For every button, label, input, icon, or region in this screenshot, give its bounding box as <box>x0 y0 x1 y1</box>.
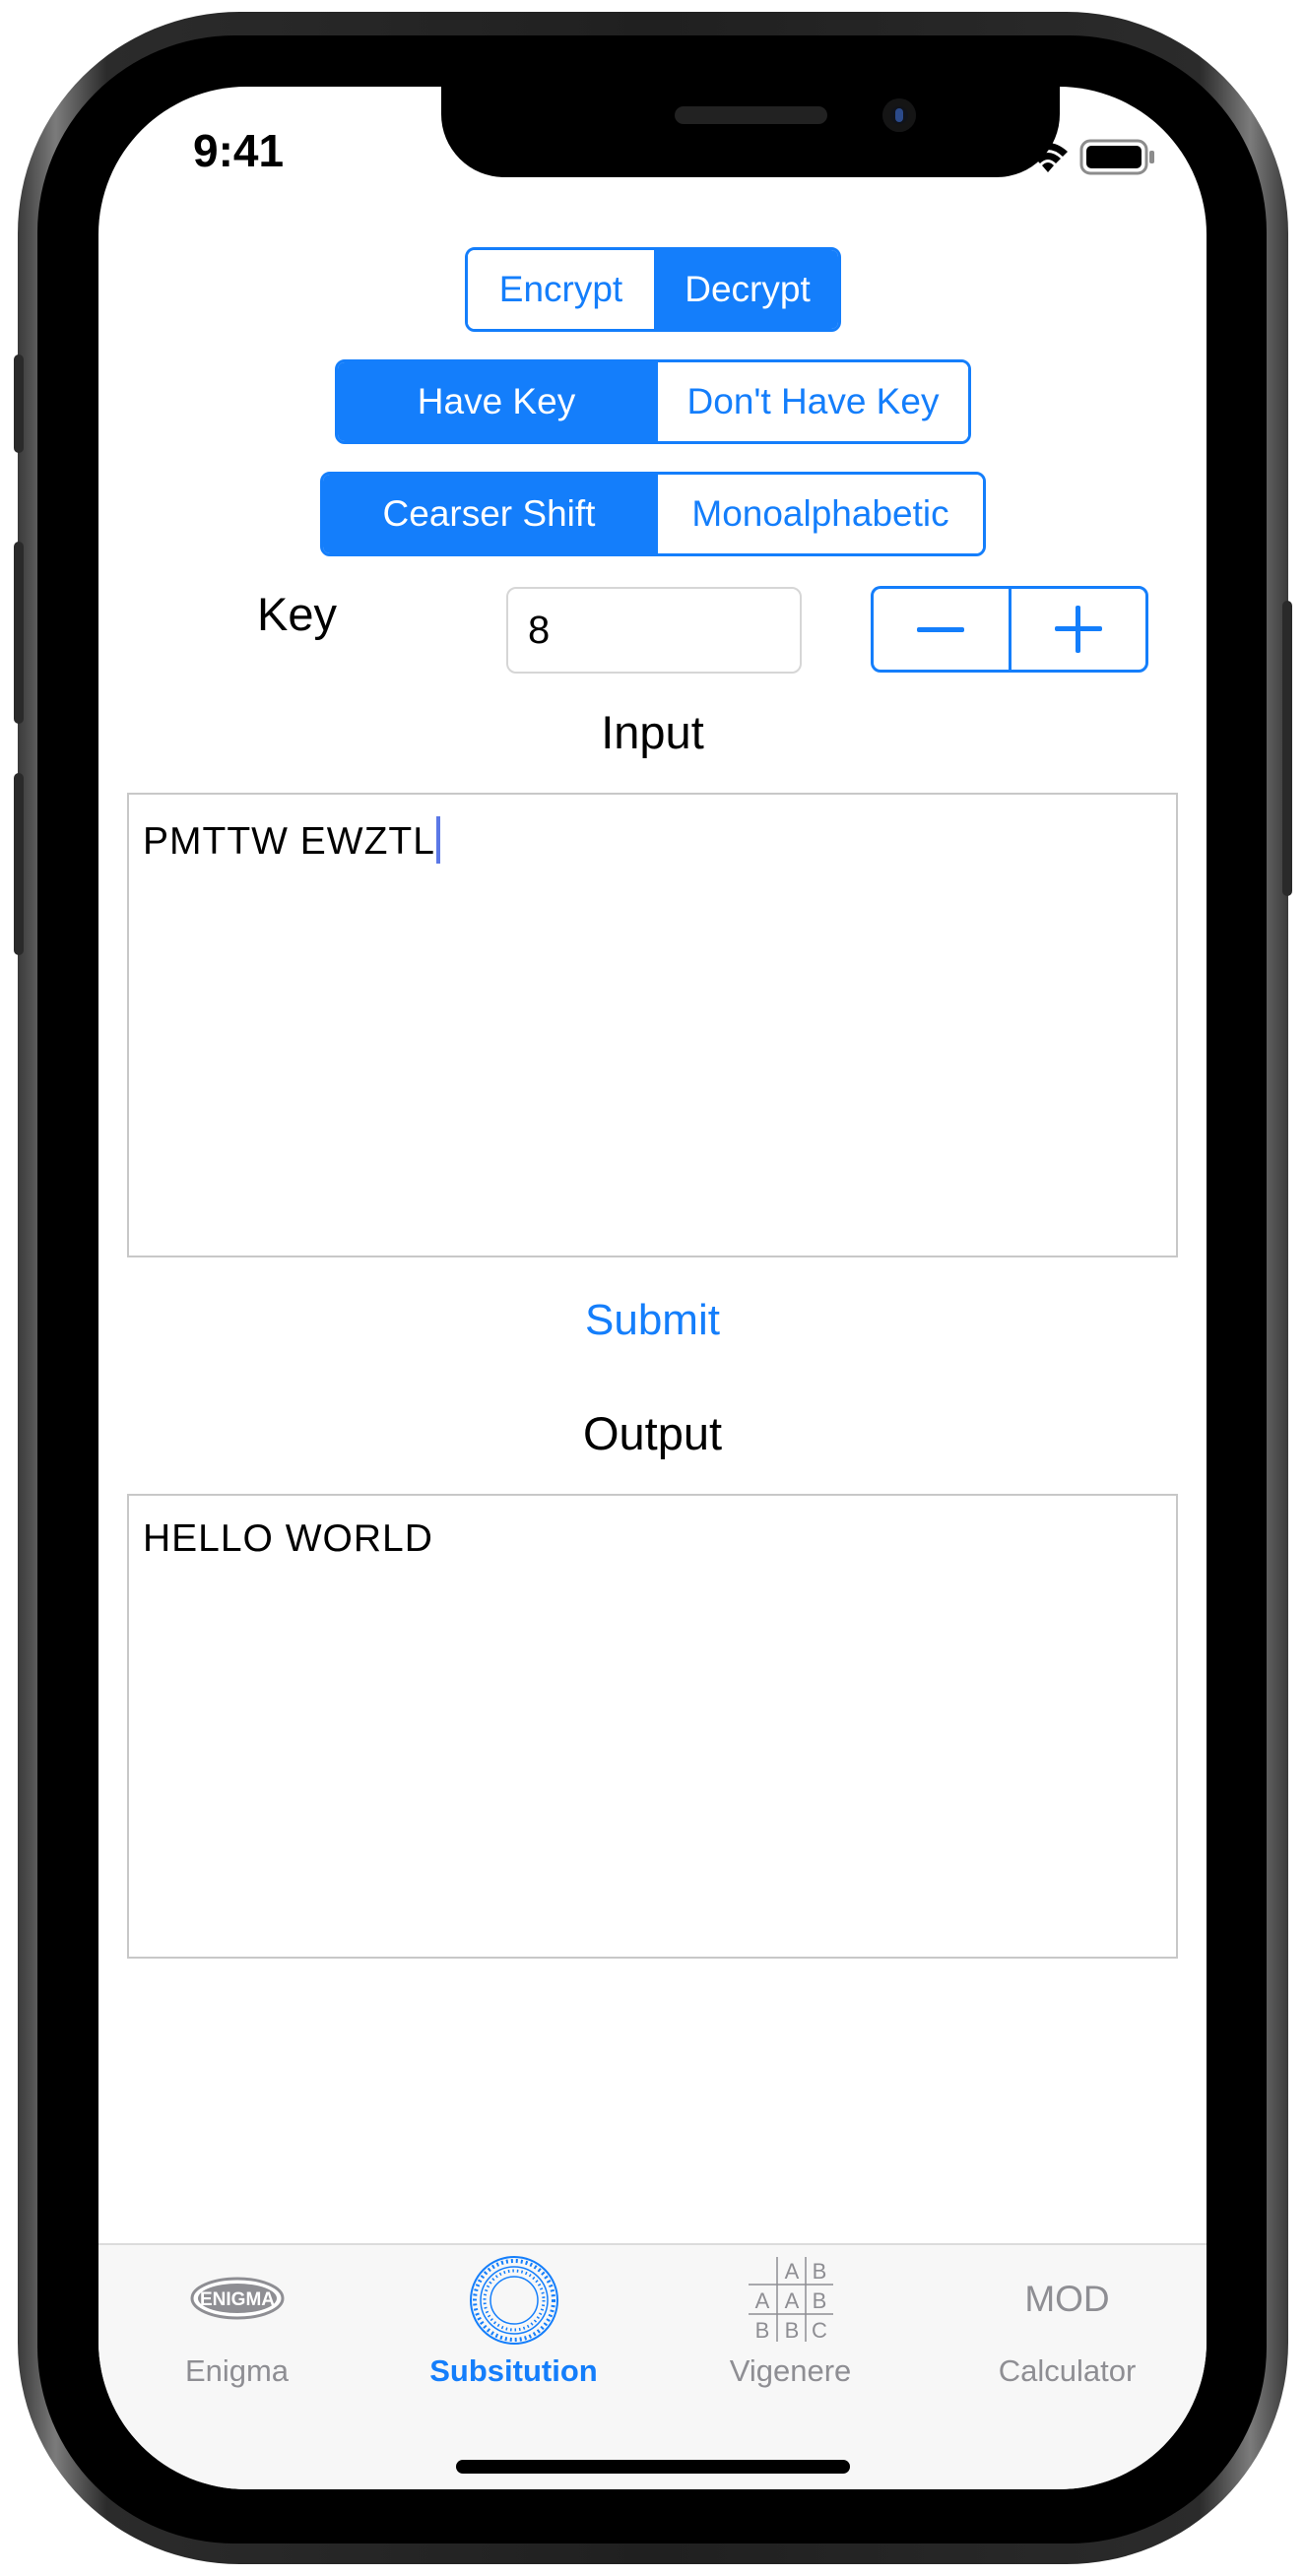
front-camera <box>882 98 916 132</box>
svg-text:A: A <box>754 2288 769 2313</box>
status-icons <box>965 139 1154 175</box>
status-time: 9:41 <box>193 125 285 176</box>
output-text-area: HELLO WORLD <box>127 1494 1178 1959</box>
svg-text:C: C <box>812 2318 827 2343</box>
decrypt-segment[interactable]: Decrypt <box>654 250 838 329</box>
text-cursor <box>435 816 440 864</box>
app-screen: 9:41 Encrypt Decrypt Have Key Don't Have… <box>98 87 1207 2489</box>
mode-segmented-control: Encrypt Decrypt <box>465 247 841 332</box>
tab-calculator-label: Calculator <box>998 2353 1137 2388</box>
dont-have-key-segment[interactable]: Don't Have Key <box>655 362 968 441</box>
volume-up-button <box>14 542 24 724</box>
key-stepper <box>871 586 1148 673</box>
tab-enigma-label: Enigma <box>184 2353 290 2388</box>
monoalphabetic-segment[interactable]: Monoalphabetic <box>655 475 983 553</box>
tab-enigma[interactable]: ENIGMA Enigma <box>98 2245 375 2413</box>
svg-text:B: B <box>784 2318 799 2343</box>
key-label: Key <box>257 588 337 640</box>
signal-icon <box>965 141 1011 175</box>
increment-button[interactable] <box>1008 589 1146 670</box>
svg-text:ENIGMA: ENIGMA <box>200 2289 275 2310</box>
vigenere-table-icon: A B A A B B B C <box>748 2257 833 2343</box>
decrement-button[interactable] <box>874 589 1009 670</box>
mute-switch <box>14 354 24 453</box>
svg-text:B: B <box>812 2288 826 2313</box>
minus-icon <box>917 626 965 632</box>
key-availability-segmented-control: Have Key Don't Have Key <box>335 359 971 444</box>
tab-substitution[interactable]: Subsitution <box>375 2245 652 2413</box>
svg-text:A: A <box>784 2288 799 2313</box>
svg-text:B: B <box>812 2259 826 2284</box>
cipher-type-segmented-control: Cearser Shift Monoalphabetic <box>320 472 986 556</box>
svg-text:B: B <box>754 2318 769 2343</box>
input-text: PMTTW EWZTL <box>143 820 435 863</box>
svg-text:A: A <box>784 2259 799 2284</box>
tab-substitution-label: Subsitution <box>429 2353 598 2388</box>
output-text: HELLO WORLD <box>143 1517 433 1560</box>
input-text-area[interactable]: PMTTW EWZTL <box>127 793 1178 1257</box>
plus-icon <box>1054 606 1102 653</box>
input-label: Input <box>601 706 704 758</box>
tab-vigenere-label: Vigenere <box>729 2353 852 2388</box>
home-indicator[interactable] <box>456 2460 850 2474</box>
caesar-shift-segment[interactable]: Cearser Shift <box>323 475 655 553</box>
speaker-grille <box>675 106 827 124</box>
have-key-segment[interactable]: Have Key <box>338 362 655 441</box>
output-label: Output <box>582 1407 723 1459</box>
volume-down-button <box>14 773 24 955</box>
key-input[interactable]: 8 <box>506 587 802 674</box>
tab-bar: ENIGMA Enigma Subsitution A B A A B B B … <box>98 2243 1207 2489</box>
enigma-logo-icon: ENIGMA <box>190 2277 284 2320</box>
wifi-icon <box>1028 143 1068 172</box>
tab-vigenere[interactable]: A B A A B B B C Vigenere <box>652 2245 929 2413</box>
cipher-wheel-icon <box>469 2256 558 2345</box>
encrypt-segment[interactable]: Encrypt <box>468 250 654 329</box>
power-button <box>1282 601 1292 896</box>
mod-icon: MOD <box>1024 2279 1110 2319</box>
submit-button[interactable]: Submit <box>98 1296 1207 1345</box>
tab-calculator[interactable]: MOD Calculator <box>929 2245 1206 2413</box>
battery-icon <box>1079 139 1154 175</box>
